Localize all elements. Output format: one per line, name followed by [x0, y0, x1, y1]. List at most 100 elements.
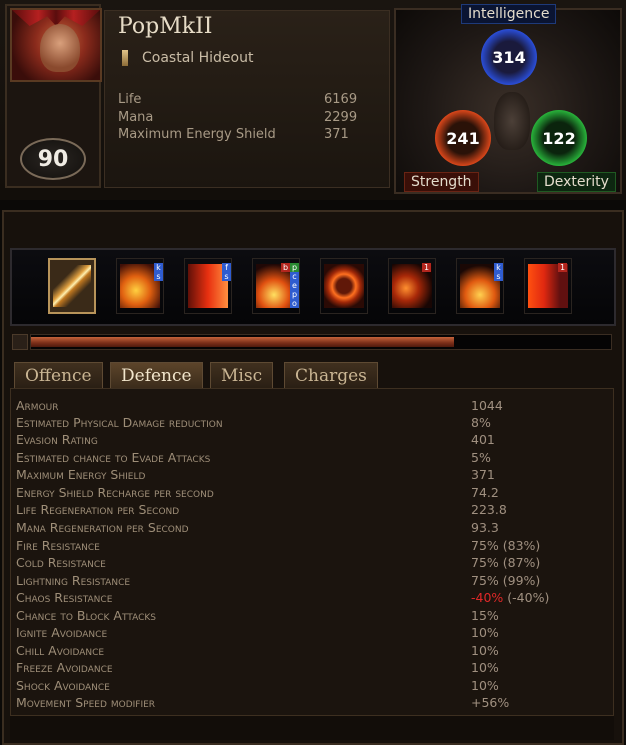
stat-value: 75% (83%)	[471, 538, 541, 553]
support-e: e	[290, 281, 299, 290]
stat-value: 10%	[471, 678, 499, 693]
stat-row: Lightning Resistance 75% (99%)	[16, 573, 606, 590]
experience-bar	[30, 334, 612, 350]
stat-value: 1044	[471, 398, 503, 413]
stat-label: Lightning Resistance	[16, 573, 131, 588]
support-c: c	[290, 272, 299, 281]
skill-slot-6[interactable]: 1	[388, 258, 436, 314]
stat-row: Cold Resistance 75% (87%)	[16, 555, 606, 572]
character-header: 90 PopMkII Coastal Hideout Life 6169 Man…	[0, 0, 626, 200]
stat-row: Shock Avoidance 10%	[16, 678, 606, 695]
stat-value: 223.8	[471, 502, 507, 517]
mana-label: Mana	[118, 110, 154, 125]
stat-value: 75% (99%)	[471, 573, 541, 588]
tab-misc[interactable]: Misc	[210, 362, 274, 388]
stat-label: Maximum Energy Shield	[16, 467, 146, 482]
stat-label: Estimated Physical Damage reduction	[16, 415, 223, 430]
stat-value: 75% (87%)	[471, 555, 541, 570]
tab-defence[interactable]: Defence	[110, 362, 203, 388]
skill-slot-1[interactable]	[48, 258, 96, 314]
stat-label: Armour	[16, 398, 59, 413]
skill-slot-5[interactable]	[320, 258, 368, 314]
support-s: s	[222, 272, 231, 281]
life-label: Life	[118, 92, 142, 107]
support-1: 1	[422, 263, 431, 272]
panel-footer	[10, 716, 614, 740]
support-p2: p	[290, 290, 299, 299]
stat-label: Cold Resistance	[16, 555, 106, 570]
stat-label: Estimated chance to Evade Attacks	[16, 450, 211, 465]
stat-row: Fire Resistance 75% (83%)	[16, 538, 606, 555]
character-name: PopMkII	[118, 14, 213, 39]
dexterity-orb[interactable]: 122	[531, 110, 587, 166]
tab-offence[interactable]: Offence	[14, 362, 103, 388]
level-value: 90	[37, 146, 69, 172]
skill-slot-8[interactable]: 1	[524, 258, 572, 314]
stat-row: Chance to Block Attacks 15%	[16, 608, 606, 625]
stat-row: Estimated chance to Evade Attacks 5%	[16, 450, 606, 467]
stat-value: 15%	[471, 608, 499, 623]
stat-row: Life Regeneration per Second 223.8	[16, 502, 606, 519]
support-s: s	[154, 272, 163, 281]
life-value: 6169	[324, 92, 358, 107]
sword-icon	[53, 265, 91, 307]
intelligence-orb[interactable]: 314	[481, 29, 537, 85]
stat-row: Movement Speed modifier +56%	[16, 695, 606, 712]
chaos-res-current: -40%	[471, 590, 504, 605]
stat-row: Maximum Energy Shield 371	[16, 467, 606, 484]
stat-value: 93.3	[471, 520, 499, 535]
support-p: p	[290, 263, 299, 272]
support-b: b	[281, 263, 290, 272]
energy-shield-stat: Maximum Energy Shield 371	[118, 127, 368, 145]
energy-shield-value: 371	[324, 127, 349, 142]
skill-slot-4[interactable]: b p c e p o	[252, 258, 300, 314]
intelligence-label: Intelligence	[461, 4, 557, 24]
strength-label: Strength	[404, 172, 479, 192]
stat-row: Armour 1044	[16, 398, 606, 415]
stat-label: Chance to Block Attacks	[16, 608, 156, 623]
dexterity-label: Dexterity	[537, 172, 616, 192]
stat-value: 401	[471, 432, 495, 447]
stat-value: 10%	[471, 625, 499, 640]
level-badge: 90	[20, 138, 86, 180]
stat-row: Freeze Avoidance 10%	[16, 660, 606, 677]
stat-row: Ignite Avoidance 10%	[16, 625, 606, 642]
stat-value: +56%	[471, 695, 510, 710]
portrait-face	[40, 24, 80, 72]
skill-slot-3[interactable]: f s	[184, 258, 232, 314]
stat-value: 10%	[471, 643, 499, 658]
stat-value: 371	[471, 467, 495, 482]
stat-label: Life Regeneration per Second	[16, 502, 180, 517]
stat-label: Chaos Resistance	[16, 590, 113, 605]
support-f: f	[222, 263, 231, 272]
stat-label: Chill Avoidance	[16, 643, 105, 658]
stat-value: 10%	[471, 660, 499, 675]
stat-label: Energy Shield Recharge per second	[16, 485, 214, 500]
statue-face-icon	[494, 92, 530, 150]
support-k: k	[154, 263, 163, 272]
stat-label: Evasion Rating	[16, 432, 98, 447]
stat-row: Energy Shield Recharge per second 74.2	[16, 485, 606, 502]
skill-slot-2[interactable]: k s	[116, 258, 164, 314]
strength-orb[interactable]: 241	[435, 110, 491, 166]
stat-row: Evasion Rating 401	[16, 432, 606, 449]
character-portrait[interactable]	[10, 8, 102, 82]
progress-left-cap	[12, 334, 28, 350]
support-1: 1	[558, 263, 567, 272]
tab-charges[interactable]: Charges	[284, 362, 378, 388]
location-marker-icon	[122, 50, 128, 66]
support-s: s	[494, 272, 503, 281]
stat-value: -40% (-40%)	[471, 590, 549, 605]
experience-bar-fill	[31, 337, 455, 347]
stat-row: Mana Regeneration per Second 93.3	[16, 520, 606, 537]
energy-shield-label: Maximum Energy Shield	[118, 127, 276, 142]
support-o: o	[290, 299, 299, 308]
mana-value: 2299	[324, 110, 358, 125]
stat-value: 74.2	[471, 485, 499, 500]
character-location: Coastal Hideout	[142, 50, 254, 66]
stat-label: Fire Resistance	[16, 538, 100, 553]
stat-label: Freeze Avoidance	[16, 660, 113, 675]
mana-stat: Mana 2299	[118, 110, 368, 128]
support-k: k	[494, 263, 503, 272]
skill-slot-7[interactable]: k s	[456, 258, 504, 314]
